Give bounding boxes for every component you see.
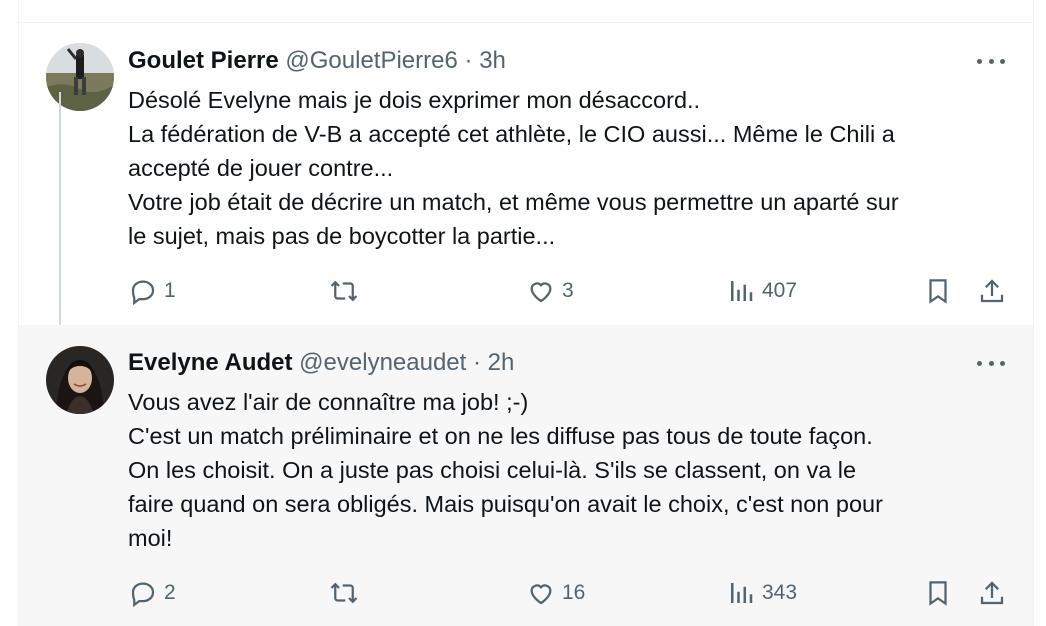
tweet-actions: 2 16 343 <box>128 575 1008 611</box>
user-handle[interactable]: @GouletPierre6 <box>285 47 457 74</box>
reply-count: 1 <box>164 279 176 302</box>
tweet-text-line: faire quand on sera obligés. Mais puisqu… <box>128 491 883 517</box>
bookmark-icon <box>929 581 947 606</box>
reply-icon <box>131 280 155 306</box>
tweet-text-line: Votre job était de décrire un match, et … <box>128 189 899 215</box>
user-handle[interactable]: @evelyneaudet <box>299 349 466 376</box>
more-icon[interactable] <box>977 351 1005 375</box>
timestamp[interactable]: 3h <box>479 47 506 74</box>
tweet[interactable]: Evelyne Audet @evelyneaudet · 2h Vous av… <box>19 325 1033 626</box>
display-name[interactable]: Goulet Pierre <box>128 47 279 74</box>
heart-icon <box>530 282 552 303</box>
retweet-button[interactable] <box>328 575 366 611</box>
like-count: 3 <box>562 279 574 302</box>
like-button[interactable]: 3 <box>526 273 574 309</box>
like-button[interactable]: 16 <box>526 575 585 611</box>
views-count: 407 <box>762 279 798 302</box>
tweet-text: Vous avez l'air de connaître ma job! ;-)… <box>128 385 1018 555</box>
tweet-text-line: moi! <box>128 525 173 551</box>
views-count: 343 <box>762 581 798 604</box>
views-button[interactable]: 343 <box>726 575 797 611</box>
display-name[interactable]: Evelyne Audet <box>128 349 293 376</box>
tweet-text-line: le sujet, mais pas de boycotter la parti… <box>128 223 556 249</box>
bookmark-icon <box>929 279 947 304</box>
like-count: 16 <box>562 581 586 604</box>
reply-button[interactable]: 2 <box>128 575 176 611</box>
retweet-button[interactable] <box>328 273 366 309</box>
tweet-text-line: Désolé Evelyne mais je dois exprimer mon… <box>128 87 701 113</box>
share-icon <box>980 581 1004 605</box>
more-icon[interactable] <box>977 49 1005 73</box>
share-button[interactable] <box>977 273 1007 309</box>
retweet-icon <box>330 280 358 302</box>
retweet-icon <box>330 582 358 604</box>
separator: · <box>464 47 473 74</box>
reply-button[interactable]: 1 <box>128 273 176 309</box>
views-button[interactable]: 407 <box>726 273 797 309</box>
tweet-header: Evelyne Audet @evelyneaudet · 2h <box>128 347 514 379</box>
views-icon <box>731 583 753 603</box>
reply-count: 2 <box>164 581 176 604</box>
share-icon <box>980 279 1004 303</box>
thread-connector <box>59 92 61 325</box>
tweet-text-line: On les choisit. On a juste pas choisi ce… <box>128 457 857 483</box>
timestamp[interactable]: 2h <box>488 349 515 376</box>
tweet-text-line: La fédération de V-B a accepté cet athlè… <box>128 121 895 147</box>
avatar[interactable] <box>46 43 114 111</box>
reply-icon <box>131 582 155 608</box>
separator: · <box>473 349 481 376</box>
tweet-actions: 1 3 407 <box>128 273 1008 309</box>
tweet-text-line: C'est un match préliminaire et on ne les… <box>128 423 873 449</box>
heart-icon <box>530 584 552 605</box>
tweet-text-line: Vous avez l'air de connaître ma job! ;-) <box>128 389 529 415</box>
avatar[interactable] <box>46 346 114 414</box>
tweet-text-line: accepté de jouer contre... <box>128 155 394 181</box>
bookmark-button[interactable] <box>923 575 953 611</box>
tweet[interactable]: Goulet Pierre @GouletPierre6 · 3h Désolé… <box>19 23 1033 325</box>
share-button[interactable] <box>977 575 1007 611</box>
bookmark-button[interactable] <box>923 273 953 309</box>
tweet-header: Goulet Pierre @GouletPierre6 · 3h <box>128 45 506 77</box>
views-icon <box>731 281 753 301</box>
tweet-text: Désolé Evelyne mais je dois exprimer mon… <box>128 83 1018 253</box>
